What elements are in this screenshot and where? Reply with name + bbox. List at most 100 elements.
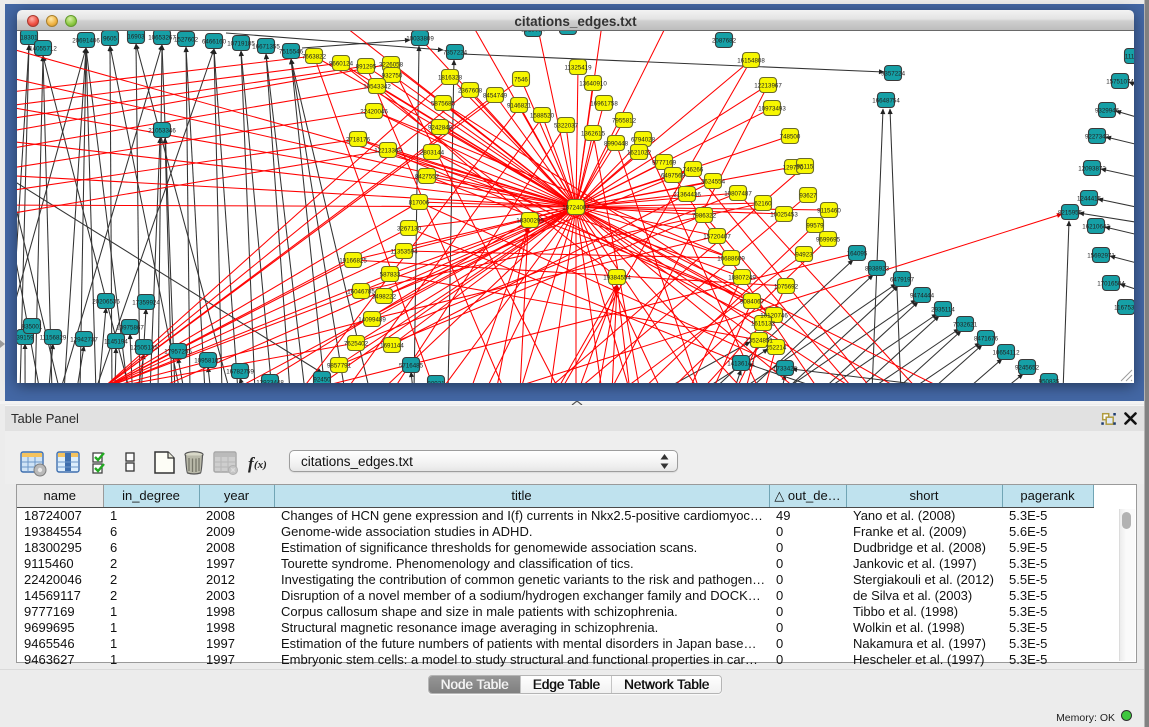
svg-text:5716485: 5716485	[399, 362, 424, 369]
svg-text:2803144: 2803144	[420, 149, 445, 156]
svg-text:9146821: 9146821	[507, 102, 532, 109]
svg-text:10719185: 10719185	[227, 40, 255, 47]
svg-text:92450: 92450	[313, 376, 331, 383]
svg-text:8990448: 8990448	[604, 140, 629, 147]
svg-text:1816328: 1816328	[438, 74, 463, 81]
svg-text:6466160: 6466160	[202, 38, 227, 45]
svg-text:22420046: 22420046	[360, 108, 388, 115]
svg-text:2935114: 2935114	[931, 306, 955, 313]
svg-text:16782759: 16782759	[226, 368, 254, 375]
svg-text:95115: 95115	[797, 163, 814, 170]
svg-text:18724007: 18724007	[562, 204, 590, 211]
svg-text:164095: 164095	[847, 250, 868, 257]
svg-text:15751074: 15751074	[1106, 78, 1134, 85]
svg-text:8454749: 8454749	[483, 92, 508, 99]
svg-text:1621022: 1621022	[627, 149, 652, 156]
svg-text:1588520: 1588520	[530, 112, 555, 119]
svg-text:10025453: 10025453	[770, 211, 798, 218]
svg-text:16210643: 16210643	[1082, 223, 1110, 230]
svg-text:1244415: 1244415	[1077, 195, 1102, 202]
svg-text:1075692: 1075692	[774, 283, 799, 290]
svg-text:2087682: 2087682	[712, 37, 737, 44]
svg-text:10543342: 10543342	[363, 83, 391, 90]
svg-text:11156829: 11156829	[40, 334, 67, 341]
svg-text:14099489: 14099489	[358, 316, 386, 323]
svg-text:10654112: 10654112	[992, 349, 1020, 356]
svg-text:20206536: 20206536	[92, 298, 120, 305]
svg-text:587833: 587833	[380, 271, 401, 278]
svg-text:9699695: 9699695	[816, 236, 841, 243]
svg-text:950835: 950835	[1039, 378, 1060, 383]
svg-text:18301: 18301	[20, 34, 38, 41]
svg-text:12213369: 12213369	[374, 147, 402, 154]
svg-text:10653267: 10653267	[148, 34, 176, 41]
svg-text:7032621: 7032621	[953, 321, 978, 328]
svg-text:17359924: 17359924	[132, 299, 160, 306]
svg-text:8813054: 8813054	[521, 31, 546, 33]
svg-text:7546: 7546	[514, 76, 528, 83]
svg-text:7955812: 7955812	[612, 117, 637, 124]
svg-text:7515546: 7515546	[279, 48, 304, 55]
svg-text:9242848: 9242848	[428, 124, 453, 131]
svg-text:9857791: 9857791	[327, 362, 352, 369]
svg-text:94923: 94923	[795, 251, 813, 258]
svg-text:9329946: 9329946	[1095, 107, 1120, 114]
svg-text:18807249: 18807249	[728, 274, 756, 281]
svg-text:2718176: 2718176	[346, 136, 371, 143]
svg-text:16961758: 16961758	[590, 100, 618, 107]
svg-text:9474444: 9474444	[910, 292, 935, 299]
svg-text:12923448: 12923448	[256, 379, 284, 383]
svg-text:17016504: 17016504	[1097, 280, 1125, 287]
svg-text:7663822: 7663822	[302, 53, 327, 60]
svg-text:20691406: 20691406	[72, 37, 100, 44]
svg-text:10688609: 10688609	[717, 255, 745, 262]
svg-text:1615132: 1615132	[751, 320, 776, 327]
svg-text:11123: 11123	[1125, 53, 1134, 60]
svg-text:1733426: 1733426	[773, 365, 798, 372]
svg-text:5322037: 5322037	[554, 122, 579, 129]
svg-text:252214: 252214	[766, 344, 787, 351]
svg-text:3226058: 3226058	[379, 61, 404, 68]
svg-text:12505135: 12505135	[130, 344, 158, 351]
svg-text:11353594: 11353594	[390, 248, 418, 255]
svg-text:99579: 99579	[806, 222, 824, 229]
svg-text:3267130: 3267130	[397, 225, 422, 232]
svg-text:15720407: 15720407	[703, 233, 731, 240]
svg-text:14136141: 14136141	[727, 360, 755, 367]
svg-text:10120746: 10120746	[760, 312, 788, 319]
svg-text:1167533: 1167533	[1114, 304, 1134, 311]
svg-text:16671355: 16671355	[252, 43, 280, 50]
svg-text:13640910: 13640910	[579, 80, 607, 87]
svg-text:7625402: 7625402	[344, 340, 369, 347]
svg-text:16903: 16903	[127, 33, 145, 40]
svg-text:16154808: 16154808	[737, 57, 765, 64]
svg-text:3624554: 3624554	[701, 178, 726, 185]
svg-text:9227342: 9227342	[1085, 133, 1110, 140]
svg-text:9605: 9605	[103, 35, 117, 42]
svg-text:62160: 62160	[754, 200, 772, 207]
svg-text:8938923: 8938923	[865, 265, 890, 272]
svg-text:10958107: 10958107	[194, 357, 222, 364]
svg-text:3498222: 3498222	[372, 293, 397, 300]
svg-text:10033809: 10033809	[406, 35, 434, 42]
svg-text:12093872: 12093872	[1078, 165, 1106, 172]
svg-text:13524851: 13524851	[745, 337, 773, 344]
svg-text:14055712: 14055712	[29, 45, 57, 52]
svg-text:11325419: 11325419	[564, 64, 592, 71]
svg-text:835001: 835001	[22, 323, 43, 330]
svg-text:817006: 817006	[409, 199, 430, 206]
svg-text:10973493: 10973493	[758, 105, 786, 112]
svg-text:9115460: 9115460	[817, 207, 841, 214]
svg-text:746266: 746266	[683, 166, 704, 173]
svg-text:93627: 93627	[799, 192, 817, 199]
svg-text:8215955: 8215955	[1058, 209, 1083, 216]
svg-text:1145194: 1145194	[104, 338, 128, 345]
svg-text:8471676: 8471676	[974, 335, 999, 342]
svg-text:9777169: 9777169	[652, 159, 677, 166]
svg-text:12213967: 12213967	[754, 82, 782, 89]
svg-text:7357224: 7357224	[443, 49, 468, 56]
svg-text:15692971: 15692971	[1087, 252, 1115, 259]
svg-text:21364436: 21364436	[673, 191, 701, 198]
svg-text:19166825: 19166825	[339, 257, 367, 264]
svg-text:748500: 748500	[780, 133, 801, 140]
